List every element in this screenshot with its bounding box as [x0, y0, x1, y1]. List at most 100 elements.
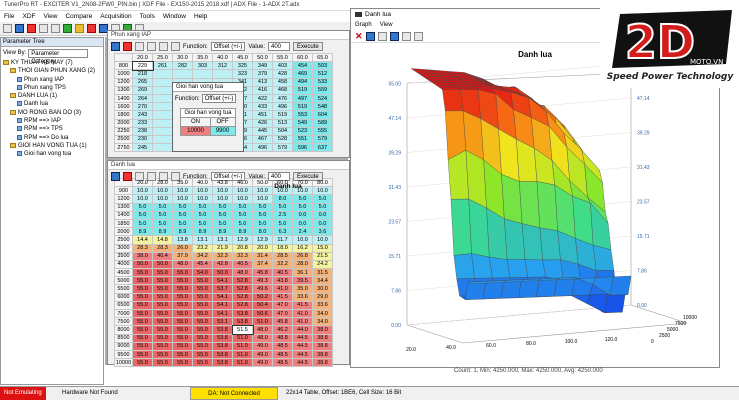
table-cell[interactable]: 55.0 [192, 276, 213, 286]
table-cell[interactable]: 8.9 [192, 227, 213, 237]
table-cell[interactable]: 39.5 [292, 276, 313, 286]
table-cell[interactable]: 31.4 [252, 251, 273, 261]
table-cell[interactable]: 10.0 [152, 186, 173, 196]
table-cell[interactable]: 8.9 [232, 227, 253, 237]
table-cell[interactable] [152, 110, 173, 120]
table-cell[interactable]: 5.0 [212, 202, 233, 212]
table-cell[interactable]: 8.9 [212, 227, 233, 237]
save-icon[interactable] [111, 172, 120, 181]
tree-node[interactable]: Phun xang IAP [3, 76, 103, 84]
table-cell[interactable]: 40.5 [232, 259, 253, 270]
tree-node[interactable]: RPM ==> TPS [3, 125, 103, 133]
table-cell[interactable]: 55.0 [172, 276, 193, 286]
table-cell[interactable]: 5.0 [232, 218, 253, 229]
table-cell[interactable]: 34.4 [312, 276, 333, 286]
table-cell[interactable]: 533 [312, 77, 333, 87]
table-cell[interactable]: 48.0 [232, 268, 253, 278]
table-cell[interactable]: 55.0 [172, 292, 193, 302]
table-cell[interactable]: 38.8 [312, 349, 333, 360]
table-cell[interactable]: 13.1 [192, 235, 213, 245]
table-cell[interactable]: 230 [132, 134, 153, 145]
table-cell[interactable]: 270 [132, 102, 153, 112]
table-cell[interactable]: 21.9 [212, 243, 233, 253]
table-cell[interactable] [152, 143, 173, 153]
table-cell[interactable]: 45.8 [252, 268, 273, 278]
table-cell[interactable]: 55.0 [152, 333, 173, 343]
table-cell[interactable]: 53.8 [212, 349, 233, 360]
table-cell[interactable]: 51.0 [232, 358, 253, 368]
zoom-icon[interactable] [377, 31, 387, 41]
table-cell[interactable]: 52.8 [232, 276, 253, 286]
table-cell[interactable]: 519 [272, 110, 293, 120]
table-cell[interactable]: 33.6 [312, 300, 333, 311]
table-cell[interactable]: 12.9 [252, 235, 273, 245]
table-cell[interactable]: 41.0 [292, 317, 313, 327]
table-cell[interactable]: 238 [132, 126, 153, 136]
table-cell[interactable]: 50.0 [132, 259, 153, 270]
table-cell[interactable]: 528 [272, 134, 293, 145]
table-cell[interactable]: 44.0 [292, 325, 313, 335]
menu-view[interactable]: View [43, 11, 57, 22]
table-cell[interactable]: 451 [252, 110, 273, 120]
on-value-cell[interactable]: 10000 [180, 126, 211, 136]
save-icon[interactable] [15, 24, 24, 33]
table-cell[interactable]: 41.5 [292, 300, 313, 311]
table-cell[interactable]: 23.2 [192, 243, 213, 253]
tree-node[interactable]: THOI GIAN PHUN XANG (2) [3, 67, 103, 75]
table-cell[interactable]: 55.0 [132, 358, 153, 368]
table-cell[interactable]: 469 [292, 69, 313, 79]
table-cell[interactable]: 55.0 [192, 341, 213, 351]
table-cell[interactable]: 2.5 [272, 210, 293, 220]
table-cell[interactable] [192, 69, 213, 79]
table-cell[interactable]: 48.5 [272, 341, 293, 351]
table-cell[interactable]: 44.5 [292, 358, 313, 368]
table-cell[interactable]: 10.0 [292, 235, 313, 245]
table-cell[interactable]: 5.0 [292, 194, 313, 204]
table-cell[interactable]: 54.1 [212, 292, 233, 302]
table-cell[interactable]: 555 [312, 126, 333, 136]
table-cell[interactable]: 55.0 [132, 268, 153, 278]
close-icon[interactable] [123, 172, 132, 181]
table-cell[interactable]: 48.5 [272, 358, 293, 368]
table-cell[interactable] [152, 134, 173, 145]
table-cell[interactable]: 55.0 [192, 292, 213, 302]
table-cell[interactable] [152, 118, 173, 128]
table-cell[interactable]: 48.0 [252, 325, 273, 335]
table-cell[interactable]: 46.2 [272, 325, 293, 335]
table-cell[interactable] [212, 69, 233, 79]
table-cell[interactable] [152, 102, 173, 112]
table-cell[interactable]: 5.0 [312, 202, 333, 212]
table-cell[interactable]: 55.0 [192, 300, 213, 311]
table-cell[interactable]: 524 [312, 93, 333, 104]
table-cell[interactable]: 44.5 [292, 333, 313, 343]
table-cell[interactable]: 5.0 [212, 218, 233, 229]
table-cell[interactable]: 5.0 [172, 210, 193, 220]
table-cell[interactable]: 38.0 [312, 325, 333, 335]
table-cell[interactable]: 349 [252, 61, 273, 71]
table-cell[interactable]: 55.0 [152, 300, 173, 311]
menu-help[interactable]: Help [194, 11, 207, 22]
table-cell[interactable]: 579 [272, 143, 293, 153]
table-cell[interactable]: 38.8 [312, 341, 333, 351]
table-cell[interactable]: 48.5 [272, 349, 293, 360]
undo-icon[interactable] [147, 42, 156, 51]
table-cell[interactable]: 55.0 [192, 325, 213, 335]
table-cell[interactable]: 47.0 [272, 308, 293, 319]
table-cell[interactable]: 55.0 [172, 308, 193, 319]
table-cell[interactable]: 325 [232, 61, 253, 71]
table-cell[interactable]: 55.0 [152, 349, 173, 360]
tree-node[interactable]: MO RONG BAN DO (3) [3, 109, 103, 117]
table-cell[interactable]: 10.0 [212, 194, 233, 204]
table-cell[interactable]: 233 [132, 118, 153, 128]
table-cell[interactable]: 413 [252, 77, 273, 87]
table-cell[interactable]: 416 [252, 85, 273, 95]
table-cell[interactable]: 50.0 [152, 259, 173, 270]
table-cell[interactable]: 55.0 [192, 349, 213, 360]
table-cell[interactable]: 12.9 [232, 235, 253, 245]
tree-node[interactable]: GIOI HAN VONG TUA (1) [3, 142, 103, 150]
menu-xdf[interactable]: XDF [22, 11, 35, 22]
table-cell[interactable]: 55.0 [132, 308, 153, 319]
menu-file[interactable]: File [4, 11, 14, 22]
table-cell[interactable]: 55.0 [152, 317, 173, 327]
table-cell[interactable]: 519 [292, 102, 313, 112]
